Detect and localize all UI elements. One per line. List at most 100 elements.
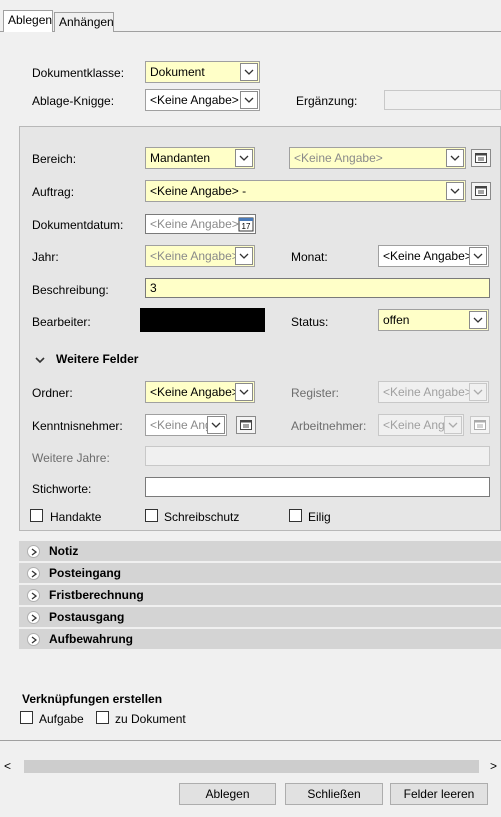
tab-strip: Ablegen Anhängen xyxy=(0,10,501,33)
kenntnisnehmer-lookup-button[interactable] xyxy=(236,416,256,434)
chevron-down-icon[interactable] xyxy=(240,63,258,81)
section-fristberechnung[interactable]: Fristberechnung xyxy=(19,585,501,605)
chevron-down-icon[interactable] xyxy=(240,91,258,109)
zu-dokument-checkbox[interactable] xyxy=(96,711,109,724)
schreibschutz-checkbox[interactable] xyxy=(145,509,158,522)
chevron-right-icon xyxy=(27,567,40,580)
section-label: Postausgang xyxy=(49,610,125,624)
weitere-jahre-label: Weitere Jahre: xyxy=(32,451,110,465)
schreibschutz-label: Schreibschutz xyxy=(164,510,240,524)
chevron-down-icon[interactable] xyxy=(446,182,464,200)
arbeitnehmer-lookup-button xyxy=(470,416,490,434)
section-label: Aufbewahrung xyxy=(49,632,133,646)
weitere-jahre-input xyxy=(145,446,490,466)
scrollbar-thumb[interactable] xyxy=(24,760,479,773)
ergaenzung-input xyxy=(384,90,501,110)
bereich-combo[interactable]: Mandanten xyxy=(145,147,255,169)
ordner-combo[interactable]: <Keine Angabe> xyxy=(145,381,255,403)
chevron-down-icon[interactable] xyxy=(469,247,487,265)
dokumentdatum-label: Dokumentdatum: xyxy=(32,218,124,232)
auftrag-lookup-button[interactable] xyxy=(471,182,491,200)
eilig-checkbox[interactable] xyxy=(289,509,302,522)
window-icon xyxy=(474,420,486,430)
auftrag-label: Auftrag: xyxy=(32,185,75,199)
chevron-down-icon[interactable] xyxy=(235,149,253,167)
window-icon xyxy=(475,186,487,196)
ordner-label: Ordner: xyxy=(32,386,73,400)
bereich-detail-combo[interactable]: <Keine Angabe> xyxy=(289,147,466,169)
handakte-checkbox[interactable] xyxy=(30,509,43,522)
scroll-left-arrow[interactable]: < xyxy=(4,759,11,773)
status-value: offen xyxy=(383,313,410,327)
arbeitnehmer-label: Arbeitnehmer: xyxy=(291,419,367,433)
chevron-down-icon[interactable] xyxy=(469,311,487,329)
chevron-down-icon[interactable] xyxy=(235,383,253,401)
auftrag-combo[interactable]: <Keine Angabe> - xyxy=(145,180,466,202)
ordner-value: <Keine Angabe> xyxy=(150,385,239,399)
monat-value: <Keine Angabe> xyxy=(383,249,472,263)
verknuepfungen-title: Verknüpfungen erstellen xyxy=(22,692,163,706)
kenntnisnehmer-label: Kenntnisnehmer: xyxy=(32,419,123,433)
stichworte-label: Stichworte: xyxy=(32,482,92,496)
dokumentklasse-label: Dokumentklasse: xyxy=(32,66,125,80)
chevron-down-icon[interactable] xyxy=(235,247,253,265)
register-combo: <Keine Angabe> xyxy=(378,381,489,403)
ablage-knigge-combo[interactable]: <Keine Angabe> xyxy=(145,89,260,111)
scroll-right-arrow[interactable]: > xyxy=(490,759,497,773)
arbeitnehmer-combo: <Keine Anga xyxy=(378,414,464,436)
bereich-detail-value: <Keine Angabe> xyxy=(294,151,383,165)
section-label: Posteingang xyxy=(49,566,122,580)
ablage-knigge-value: <Keine Angabe> xyxy=(150,93,239,107)
bereich-label: Bereich: xyxy=(32,152,77,166)
kenntnisnehmer-combo[interactable]: <Keine Anga xyxy=(145,414,227,436)
schliessen-button[interactable]: Schließen xyxy=(285,783,383,805)
aufgabe-checkbox[interactable] xyxy=(20,711,33,724)
stichworte-input[interactable] xyxy=(145,477,490,497)
ablegen-button[interactable]: Ablegen xyxy=(179,783,276,805)
register-value: <Keine Angabe> xyxy=(383,385,472,399)
beschreibung-input[interactable]: 3 xyxy=(145,278,490,298)
chevron-down-icon xyxy=(35,357,45,364)
arbeitnehmer-value: <Keine Anga xyxy=(383,418,452,432)
monat-combo[interactable]: <Keine Angabe> xyxy=(378,245,489,267)
chevron-down-icon xyxy=(444,416,462,434)
window-icon xyxy=(475,153,487,163)
section-aufbewahrung[interactable]: Aufbewahrung xyxy=(19,629,501,649)
dokumentklasse-combo[interactable]: Dokument xyxy=(145,61,260,83)
tab-ablegen[interactable]: Ablegen xyxy=(3,10,53,33)
window-icon xyxy=(240,420,252,430)
jahr-value: <Keine Angabe> xyxy=(150,249,239,263)
ergaenzung-label: Ergänzung: xyxy=(296,94,358,108)
tab-anhaengen[interactable]: Anhängen xyxy=(54,12,114,32)
chevron-right-icon xyxy=(27,589,40,602)
chevron-down-icon[interactable] xyxy=(446,149,464,167)
chevron-down-icon[interactable] xyxy=(207,416,225,434)
bearbeiter-label: Bearbeiter: xyxy=(32,315,91,329)
eilig-label: Eilig xyxy=(308,510,331,524)
horizontal-scrollbar[interactable]: < > xyxy=(0,759,501,775)
bereich-lookup-button[interactable] xyxy=(471,149,491,167)
chevron-down-icon xyxy=(469,383,487,401)
section-label: Notiz xyxy=(49,544,79,558)
handakte-label: Handakte xyxy=(50,510,102,524)
jahr-label: Jahr: xyxy=(32,250,59,264)
weitere-felder-title: Weitere Felder xyxy=(56,352,139,366)
status-combo[interactable]: offen xyxy=(378,309,489,331)
divider xyxy=(0,740,501,741)
section-label: Fristberechnung xyxy=(49,588,144,602)
bearbeiter-redacted xyxy=(140,308,265,332)
section-posteingang[interactable]: Posteingang xyxy=(19,563,501,583)
chevron-right-icon xyxy=(27,611,40,624)
dokumentklasse-value: Dokument xyxy=(150,65,205,79)
chevron-right-icon xyxy=(27,633,40,646)
beschreibung-label: Beschreibung: xyxy=(32,283,109,297)
bereich-value: Mandanten xyxy=(150,151,211,165)
section-notiz[interactable]: Notiz xyxy=(19,541,501,561)
jahr-combo[interactable]: <Keine Angabe> xyxy=(145,245,255,267)
section-postausgang[interactable]: Postausgang xyxy=(19,607,501,627)
status-label: Status: xyxy=(291,315,329,329)
calendar-icon[interactable]: 17 xyxy=(238,216,254,232)
felder-leeren-button[interactable]: Felder leeren xyxy=(390,783,488,805)
dokumentdatum-value: <Keine Angabe> xyxy=(150,217,239,231)
register-label: Register: xyxy=(291,386,340,400)
